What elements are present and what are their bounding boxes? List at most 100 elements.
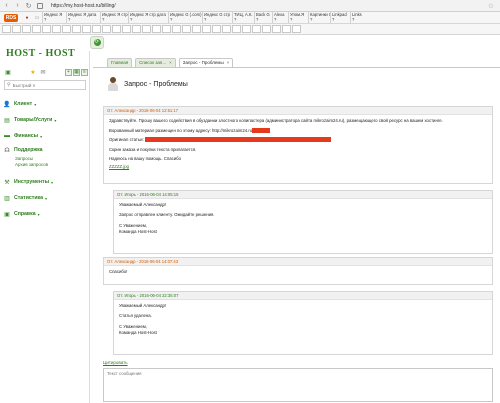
message-line: Спасибо!	[109, 269, 128, 274]
seo-metric-label: Индекс Я стр дата	[130, 12, 166, 17]
bookmark-icon[interactable]	[222, 25, 231, 33]
tab-label: Список зап...	[139, 60, 167, 65]
sidebar-item-products[interactable]: ▤ Товары/Услуги ▾	[3, 112, 89, 128]
message-line: Команда Host-Host	[119, 228, 157, 234]
sidebar-item-stats[interactable]: ▥ Статистика ▾	[3, 190, 89, 206]
refresh-button[interactable]: ⟳	[90, 36, 104, 49]
bookmark-icon[interactable]	[62, 25, 71, 33]
sidebar-item-client[interactable]: 👤 Клиент ▾	[3, 96, 89, 112]
bookmark-icon[interactable]	[182, 25, 191, 33]
reply-textarea[interactable]	[103, 368, 493, 402]
seo-metric-cell[interactable]: Links?	[350, 12, 362, 23]
close-icon[interactable]: ×	[169, 60, 172, 65]
seo-metric-label: Индекс Я стр	[102, 12, 128, 17]
headset-icon: ☊	[4, 147, 10, 154]
message-line: Скрин заказа и покупки текста прилагаетс…	[109, 146, 197, 152]
sidebar-item-label: Статистика	[14, 195, 43, 201]
reload-icon[interactable]: ↻	[24, 1, 33, 10]
bookmark-icon[interactable]	[232, 25, 241, 33]
bookmark-icon[interactable]	[282, 25, 291, 33]
bookmark-icon[interactable]	[272, 25, 281, 33]
bookmark-icon[interactable]	[102, 25, 111, 33]
bookmark-icon[interactable]	[42, 25, 51, 33]
bookmark-icon[interactable]	[132, 25, 141, 33]
bookmark-icon[interactable]	[212, 25, 221, 33]
grid-icon[interactable]: ▦	[73, 68, 80, 76]
tab-request-problems[interactable]: Запрос - Проблемы ×	[178, 58, 234, 67]
bookmark-icon[interactable]	[262, 25, 271, 33]
seo-metric-cell[interactable]: ТИЦ, А.К.?	[232, 12, 254, 23]
bookmark-icon[interactable]	[82, 25, 91, 33]
rds-logo[interactable]: RDS	[0, 12, 22, 23]
seo-metric-cell[interactable]: Картинки Я?	[308, 12, 330, 23]
sidebar-item-label: Клиент	[14, 101, 33, 107]
seo-metric-label: Индекс G (.com)	[170, 12, 202, 17]
bookmark-icon[interactable]	[202, 25, 211, 33]
seo-metric-value: ?	[102, 17, 105, 22]
user-icon: 👤	[3, 101, 11, 108]
bookmark-icon[interactable]	[192, 25, 201, 33]
favorites-star-icon[interactable]: ★	[29, 68, 37, 76]
message-body: Уважаемый Александр! Статья удалена. С У…	[114, 300, 492, 338]
seo-metric-cell[interactable]: Индекс Я?	[42, 12, 66, 23]
attachment-link[interactable]: ZZZZZ.jpg	[109, 164, 487, 170]
page-icon	[37, 2, 43, 9]
tab-requests-list[interactable]: Список зап... ×	[135, 58, 176, 67]
sidebar-item-support[interactable]: ☊ Поддержка	[3, 144, 89, 156]
seo-metric-cell[interactable]: Индекс Я дата?	[66, 12, 100, 23]
bookmark-icon[interactable]	[172, 25, 181, 33]
seo-metric-cell[interactable]: Индекс G (.com)?	[168, 12, 202, 23]
sidebar-item-help[interactable]: ▣ Справка ▾	[3, 206, 89, 222]
add-icon[interactable]: +	[65, 68, 72, 76]
bookmark-icon[interactable]	[92, 25, 101, 33]
bookmark-icon[interactable]	[122, 25, 131, 33]
bookmark-icon[interactable]	[12, 25, 21, 33]
redaction	[144, 137, 331, 143]
seo-metric-cell[interactable]: Linkpad?	[330, 12, 350, 23]
seo-metric-label: Индекс Я	[44, 12, 63, 17]
close-icon[interactable]: ×	[227, 60, 230, 65]
message-line: Уважаемый Александр!	[119, 202, 167, 207]
tab-bar: Главная Список зап... × Запрос - Проблемы…	[107, 58, 236, 67]
bookmark-icon[interactable]	[162, 25, 171, 33]
menu-icon[interactable]: ≡	[81, 68, 88, 76]
seo-metric-label: Индекс G стр	[204, 12, 230, 17]
seo-metric-value: ?	[352, 17, 355, 22]
logo[interactable]: HOST - HOST	[6, 48, 75, 59]
chevron-down-icon: ▾	[54, 117, 57, 123]
bookmark-icon[interactable]	[142, 25, 151, 33]
sidebar-item-tools[interactable]: ⚒ Инструменты ▾	[3, 174, 89, 190]
tab-home[interactable]: Главная	[107, 58, 133, 67]
browser-address-bar: ‹ › ↻ https://my.host-host.ru/billing/ ☆	[0, 0, 500, 12]
message-client: От: Александр - 2016-06-04 12:51:17 Здра…	[103, 106, 493, 184]
bookmark-icon[interactable]	[292, 25, 301, 33]
seo-metric-cell[interactable]: Индекс G стр?	[202, 12, 232, 23]
message-line: Команда Host-Host	[119, 329, 157, 335]
bookmark-icon[interactable]	[32, 25, 41, 33]
sidebar-item-finance[interactable]: ▬ Финансы ▾	[3, 128, 89, 144]
bookmark-icon[interactable]	[112, 25, 121, 33]
seo-metric-cell[interactable]: Back G?	[254, 12, 272, 23]
seo-metric-cell[interactable]: Упом.Я?	[288, 12, 308, 23]
url-field[interactable]: https://my.host-host.ru/billing/	[51, 3, 116, 9]
bookmark-icon[interactable]	[22, 25, 31, 33]
seo-metric-cell[interactable]: Индекс Я стр дата?	[128, 12, 168, 23]
back-icon[interactable]: ‹	[2, 1, 11, 10]
seo-metric-cell[interactable]: Индекс Я стр?	[100, 12, 128, 23]
bookmark-icon[interactable]	[72, 25, 81, 33]
quote-link[interactable]: Цитировать	[103, 360, 128, 365]
bookmark-star-icon[interactable]: ☆	[488, 2, 494, 10]
bookmark-icon[interactable]	[2, 25, 11, 33]
mail-icon[interactable]: ✉	[39, 68, 47, 76]
bookmark-icon[interactable]	[52, 25, 61, 33]
bookmark-icon[interactable]	[152, 25, 161, 33]
app-icon[interactable]: ▣	[4, 68, 12, 76]
seo-metric-cell[interactable]: Alexa?	[272, 12, 288, 23]
rds-page-icon[interactable]: ▭	[32, 12, 42, 23]
sidebar-subitem-archive[interactable]: Архив запросов	[15, 162, 89, 168]
rds-status-icon[interactable]: ●	[22, 12, 32, 23]
quick-search-input[interactable]	[12, 82, 83, 88]
bookmark-icon[interactable]	[242, 25, 251, 33]
forward-icon[interactable]: ›	[13, 1, 22, 10]
bookmark-icon[interactable]	[252, 25, 261, 33]
